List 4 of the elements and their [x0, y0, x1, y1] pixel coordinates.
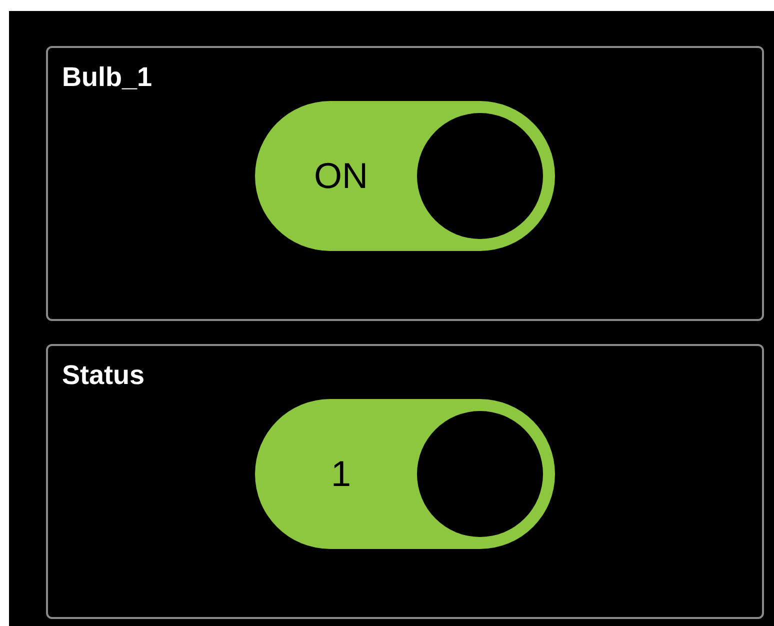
toggle-switch[interactable]: ON [255, 101, 555, 251]
widget-title: Status [62, 359, 145, 392]
widget-title: Bulb_1 [62, 61, 152, 94]
toggle-switch[interactable]: 1 [255, 399, 555, 549]
